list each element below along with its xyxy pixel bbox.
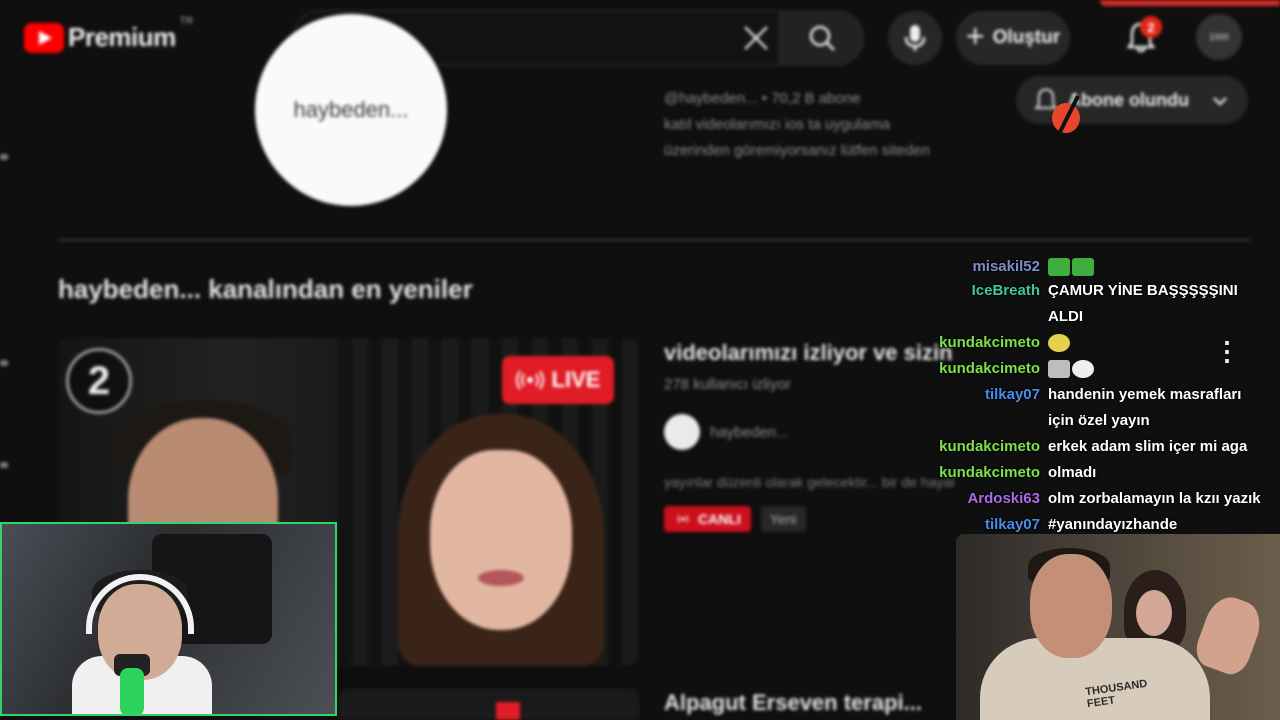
emote-icon (1048, 360, 1070, 379)
notification-badge: 2 (1140, 16, 1162, 38)
more-options-icon[interactable]: ⋮ (1214, 336, 1240, 367)
webcam-person-face (1030, 554, 1112, 658)
pen-cursor-icon (1052, 95, 1080, 133)
microphone-icon (904, 25, 926, 51)
youtube-premium-logo[interactable]: Premium TR (24, 16, 193, 53)
plus-icon: + (965, 18, 985, 54)
video2-title[interactable]: Alpagut Erseven terapi... (664, 690, 922, 716)
chat-message: Ardoski63 olm zorbalamayın la kzıı yazık (920, 486, 1280, 512)
search-icon (809, 25, 835, 51)
chat-username: IceBreath (971, 282, 1040, 299)
thumbnail-woman-face (430, 450, 572, 630)
video-watching-count: 278 kullanıcı izliyor (664, 376, 791, 393)
live-badge: LIVE (502, 356, 614, 404)
clear-search-icon[interactable] (733, 15, 779, 61)
chat-text: handenin yemek masrafları için özel yayı… (1048, 386, 1242, 429)
video2-thumbnail-accent (496, 702, 520, 720)
emote-icon (1072, 360, 1094, 379)
video-channel-name: haybeden... (710, 423, 789, 441)
search-button[interactable] (779, 10, 863, 66)
create-button[interactable]: + Oluştur (956, 11, 1070, 65)
chat-text: erkek adam slim içer mi aga (1048, 438, 1248, 455)
thumbnail-woman-lips (478, 570, 524, 586)
chat-username: misakil52 (972, 258, 1040, 275)
chat-username: kundakcimeto (939, 334, 1040, 351)
chat-username: kundakcimeto (939, 464, 1040, 481)
chat-text: ÇAMUR YİNE BAŞŞŞŞŞINI ALDI (1048, 282, 1238, 325)
overlay-red-strip (1100, 0, 1280, 6)
live-broadcast-icon (677, 515, 689, 523)
avatar-text: 1000 (1208, 32, 1230, 42)
chat-text: olmadı (1048, 464, 1097, 481)
video2-thumbnail[interactable] (338, 688, 640, 720)
emote-icon (1048, 258, 1070, 277)
video-tags: CANLI Yeni (664, 506, 806, 532)
top-bar: Premium TR + Oluştur 2 (0, 0, 1280, 74)
section-title: haybeden... kanalından en yeniler (58, 274, 473, 304)
channel-avatar-text: haybeden... (293, 97, 409, 122)
video-description: yayınlar düzenli olarak gelecektir... bi… (664, 474, 954, 490)
youtube-play-icon (24, 22, 64, 53)
microphone-icon (120, 668, 144, 714)
chevron-down-icon (1212, 90, 1228, 111)
chat-username: kundakcimeto (939, 360, 1040, 377)
channel-avatar-small (664, 414, 700, 450)
chat-username: Ardoski63 (967, 490, 1040, 507)
channel-description-line1: katıl videolarımızı ios ta uygulama (664, 116, 890, 133)
video-channel[interactable]: haybeden... (664, 414, 788, 450)
channel-avatar[interactable]: haybeden... (255, 14, 447, 206)
live-broadcast-icon (515, 370, 544, 390)
create-label: Oluştur (992, 27, 1061, 48)
stream-screen: Premium TR + Oluştur 2 (0, 0, 1280, 720)
chat-message: tilkay07 handenin yemek masrafları için … (920, 382, 1280, 434)
live-label: LIVE (551, 367, 601, 392)
live-tag: CANLI (664, 506, 751, 532)
logo-region: TR (179, 16, 194, 27)
video-title[interactable]: videolarımızı izliyor ve sizinle konuşuy… (664, 340, 954, 366)
chat-username: tilkay07 (984, 386, 1040, 403)
voice-search-button[interactable] (888, 11, 942, 65)
notifications-button[interactable]: 2 (1118, 14, 1164, 60)
chat-emotes (1048, 256, 1268, 278)
streamer-webcam (0, 522, 337, 716)
live-tag-label: CANLI (698, 511, 741, 527)
channel-handle-subscribers: @haybeden... • 70,2 B abone (664, 90, 861, 107)
webcam-guest-face (1136, 590, 1172, 636)
new-tag: Yeni (760, 506, 806, 532)
chat-text: olm zorbalamayın la kzıı yazık (1048, 490, 1261, 507)
emote-icon (1072, 258, 1094, 277)
channel-meta: @haybeden... • 70,2 B abone katıl videol… (664, 86, 930, 164)
emote-icon (1048, 334, 1070, 353)
live-chat-overlay: misakil52 IceBreath ÇAMUR YİNE BAŞŞŞŞŞIN… (920, 256, 1280, 538)
chat-message: kundakcimeto erkek adam slim içer mi aga (920, 434, 1280, 460)
chat-message: IceBreath ÇAMUR YİNE BAŞŞŞŞŞINI ALDI (920, 278, 1280, 330)
chat-message: kundakcimeto olmadı (920, 460, 1280, 486)
account-avatar[interactable]: 1000 (1196, 14, 1242, 60)
section-divider (58, 239, 1250, 241)
channel-description-line2: üzerinden göremiyorsanız lütfen siteden (664, 142, 930, 159)
rank-badge: 2 (66, 348, 132, 414)
chat-username: kundakcimeto (939, 438, 1040, 455)
chat-message: misakil52 (920, 256, 1280, 278)
logo-text: Premium (68, 22, 176, 52)
guest-webcam: THOUSAND FEET (956, 534, 1280, 720)
